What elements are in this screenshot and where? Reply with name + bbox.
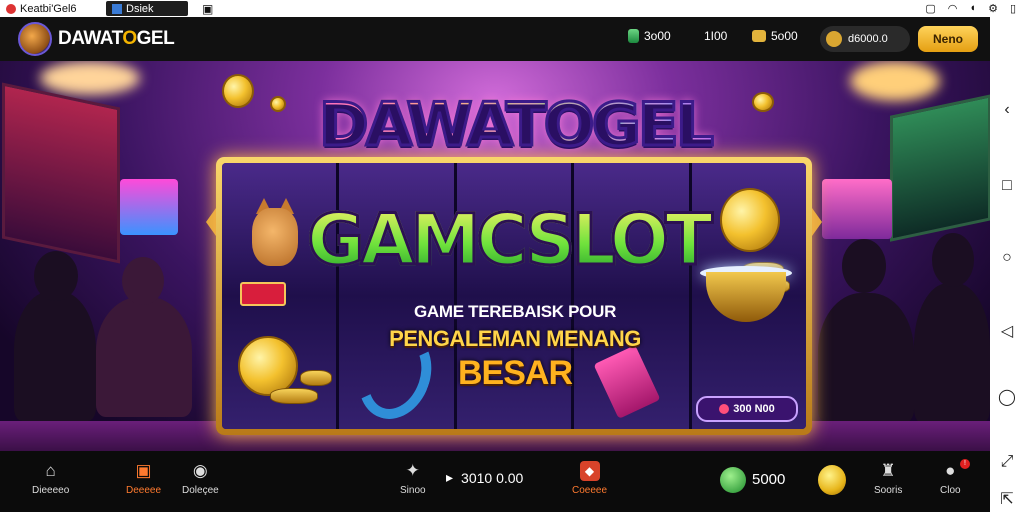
share-icon[interactable]: ⇱	[990, 489, 1024, 509]
coin-stat[interactable]: 5o00	[752, 29, 798, 43]
banner-subtitle-1: GAME TEREBAISK POUR	[413, 302, 617, 321]
chip-icon: ◉	[192, 461, 208, 480]
coin-stat-value: 5o00	[771, 29, 798, 43]
banner-subtitle-3: BESAR	[457, 354, 573, 392]
android-nav-bar: ‹ □ ○ ◁ ◯ ⤢ ⇱	[990, 17, 1024, 512]
gift-icon: ✦	[405, 461, 420, 480]
player-silhouette	[96, 297, 192, 417]
gem-stat-value: 3o00	[644, 29, 671, 43]
fullscreen-icon[interactable]: ⤢	[990, 453, 1024, 471]
home-icon[interactable]: ◯	[990, 387, 1024, 407]
prize-badge[interactable]: 300 N00	[696, 396, 798, 422]
nav-home-label: Dieeeeo	[32, 485, 70, 496]
square-icon[interactable]: □	[990, 177, 1024, 195]
nav-chat-label: Cloo	[940, 485, 961, 496]
nav-event-label: Coeeee	[572, 485, 608, 496]
red-tag	[240, 282, 286, 306]
player-silhouette	[14, 291, 96, 421]
nav-sports[interactable]: ♜ Sooris	[874, 461, 902, 496]
nav-games[interactable]: ▣ Deeeee	[126, 461, 161, 496]
volume-icon: ◖	[969, 2, 977, 14]
coin-stack-icon	[270, 388, 318, 404]
player-head	[842, 239, 886, 293]
gem-icon	[628, 29, 639, 43]
footer-gem-icon	[720, 467, 746, 493]
nav-shop-label: Sinoo	[400, 485, 426, 496]
event-icon: ◆	[579, 461, 600, 481]
flying-coin-icon	[270, 96, 286, 112]
nav-chat[interactable]: ● Cloo	[940, 461, 961, 496]
wallet-value: d6000.0	[848, 33, 888, 45]
slot-left-arrow-icon[interactable]	[206, 208, 216, 236]
back-icon[interactable]: ‹	[990, 101, 1024, 119]
player-silhouette	[914, 283, 990, 423]
player-head	[34, 251, 78, 301]
browser-tab-1[interactable]: Keatbi'Gel6	[0, 1, 92, 16]
level-stat: 1I00	[704, 29, 727, 43]
footer-balance-value: 3010 0.00	[461, 469, 524, 486]
ceiling-light	[850, 61, 940, 101]
trophy-icon: ♜	[880, 461, 896, 480]
footer-gem-value: 5000	[752, 471, 786, 488]
banner-subtitle-2: PENGALEMAN MENANG	[389, 326, 641, 351]
play-icon: ▸	[446, 469, 454, 485]
wall-slot-screen	[890, 94, 990, 242]
player-head	[122, 257, 164, 305]
browser-tab-2[interactable]: Dsiek	[106, 1, 188, 16]
wall-screen	[822, 179, 892, 239]
chat-icon: ●	[945, 461, 956, 480]
gold-coin-icon	[238, 336, 298, 396]
nav-sports-label: Sooris	[874, 485, 903, 496]
wallet-coin-icon	[826, 31, 842, 47]
prize-icon	[719, 404, 730, 414]
coin-icon	[752, 30, 766, 42]
wallet-balance[interactable]: d6000.0	[820, 26, 910, 52]
player-head	[932, 233, 974, 287]
status-bar: Keatbi'Gel6 Dsiek ▣ ▢ ◠ ◖ ⚙ ▯	[0, 0, 1024, 17]
ceiling-light	[40, 61, 140, 95]
nav-promo-label: Doleçee	[182, 485, 219, 496]
games-icon: ▣	[135, 461, 152, 480]
phone-icon: ▯	[1009, 3, 1016, 15]
screenshot-icon: ▢	[925, 3, 936, 15]
tab-2-label: Dsiek	[126, 2, 154, 15]
notification-badge: !	[960, 459, 970, 469]
app-switcher-icon[interactable]: ▣	[202, 2, 213, 16]
wall-slot-screen	[2, 82, 120, 264]
footer-coin-icon[interactable]	[818, 465, 846, 495]
tab-1-label: Keatbi'Gel6	[20, 2, 77, 15]
banner-headline: GAMCSLOT	[268, 199, 748, 282]
nav-promo[interactable]: ◉ Doleçee	[182, 461, 219, 496]
footer-balance: ▸ 3010 0.00	[446, 469, 523, 486]
favicon-icon	[112, 3, 122, 14]
bottom-nav: ⌂ Dieeeeo ▣ Deeeee ◉ Doleçee ✦ Sinoo ▸ 3…	[0, 451, 990, 512]
gem-stat[interactable]: 3o00	[628, 29, 671, 43]
flying-coin-icon	[752, 92, 774, 112]
wall-screen	[120, 179, 178, 235]
logo[interactable]: DAWATOGEL	[18, 22, 175, 56]
nav-event[interactable]: ◆ Coeeee	[572, 461, 607, 496]
primary-button[interactable]: Neno	[918, 26, 978, 52]
app-header: DAWATOGEL 3o00 1I00 5o00 d6000.0 Neno	[0, 17, 990, 61]
wifi-icon: ◠	[947, 3, 958, 15]
settings-icon: ⚙	[988, 3, 998, 15]
player-silhouette	[818, 293, 914, 423]
prize-value: 300 N00	[733, 403, 775, 415]
flying-coin-icon	[222, 74, 254, 108]
nav-home[interactable]: ⌂ Dieeeeo	[32, 461, 69, 496]
logo-text: DAWATOGEL	[58, 28, 175, 49]
home-icon: ⌂	[45, 461, 56, 480]
coin-stack-icon	[300, 370, 332, 386]
back-triangle-icon[interactable]: ◁	[990, 321, 1024, 341]
favicon-icon	[6, 3, 16, 14]
banner-title: DAWATOGEL	[300, 91, 730, 160]
slot-right-arrow-icon[interactable]	[812, 208, 822, 236]
nav-shop[interactable]: ✦ Sinoo	[400, 461, 426, 496]
cat-logo-icon	[18, 22, 52, 56]
level-stat-value: 1I00	[704, 29, 728, 43]
circle-icon[interactable]: ○	[990, 249, 1024, 267]
nav-games-label: Deeeee	[126, 485, 162, 496]
